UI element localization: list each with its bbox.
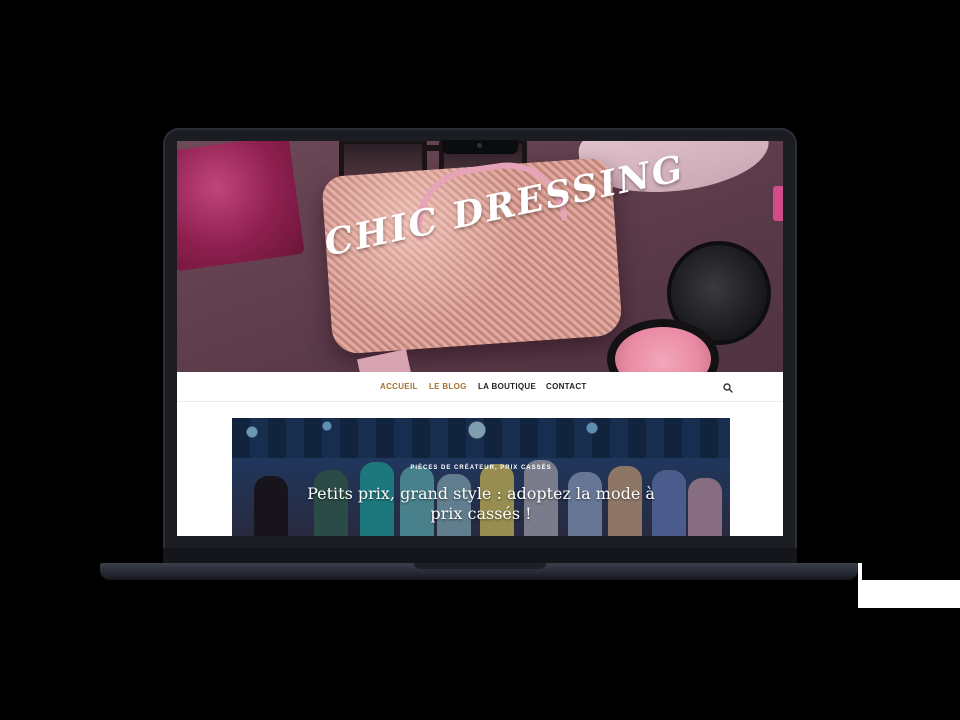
search-icon[interactable] bbox=[722, 381, 734, 393]
nav-item-la-boutique[interactable]: LA BOUTIQUE bbox=[478, 382, 536, 391]
nav-item-accueil[interactable]: ACCUEIL bbox=[380, 382, 418, 391]
main-nav: ACCUEIL LE BLOG LA BOUTIQUE CONTACT bbox=[177, 372, 783, 402]
webcam-icon bbox=[477, 143, 482, 148]
trackpad-notch bbox=[414, 563, 546, 569]
laptop-screen: CHIC DRESSING ACCUEIL LE BLOG LA BOUTIQU… bbox=[177, 141, 783, 536]
fabric-corner-image bbox=[773, 186, 783, 221]
velvet-fabric-image bbox=[177, 141, 305, 272]
post-category[interactable]: PIÈCES DE CRÉATEUR, PRIX CASSÉS bbox=[232, 465, 730, 471]
mockup-stage: CHIC DRESSING ACCUEIL LE BLOG LA BOUTIQU… bbox=[0, 0, 960, 720]
nav-item-contact[interactable]: CONTACT bbox=[546, 382, 587, 391]
post-title[interactable]: Petits prix, grand style : adoptez la mo… bbox=[292, 484, 670, 524]
featured-post[interactable]: PIÈCES DE CRÉATEUR, PRIX CASSÉS Petits p… bbox=[232, 418, 730, 536]
hero-banner: CHIC DRESSING bbox=[177, 141, 783, 372]
nav-item-le-blog[interactable]: LE BLOG bbox=[429, 382, 467, 391]
